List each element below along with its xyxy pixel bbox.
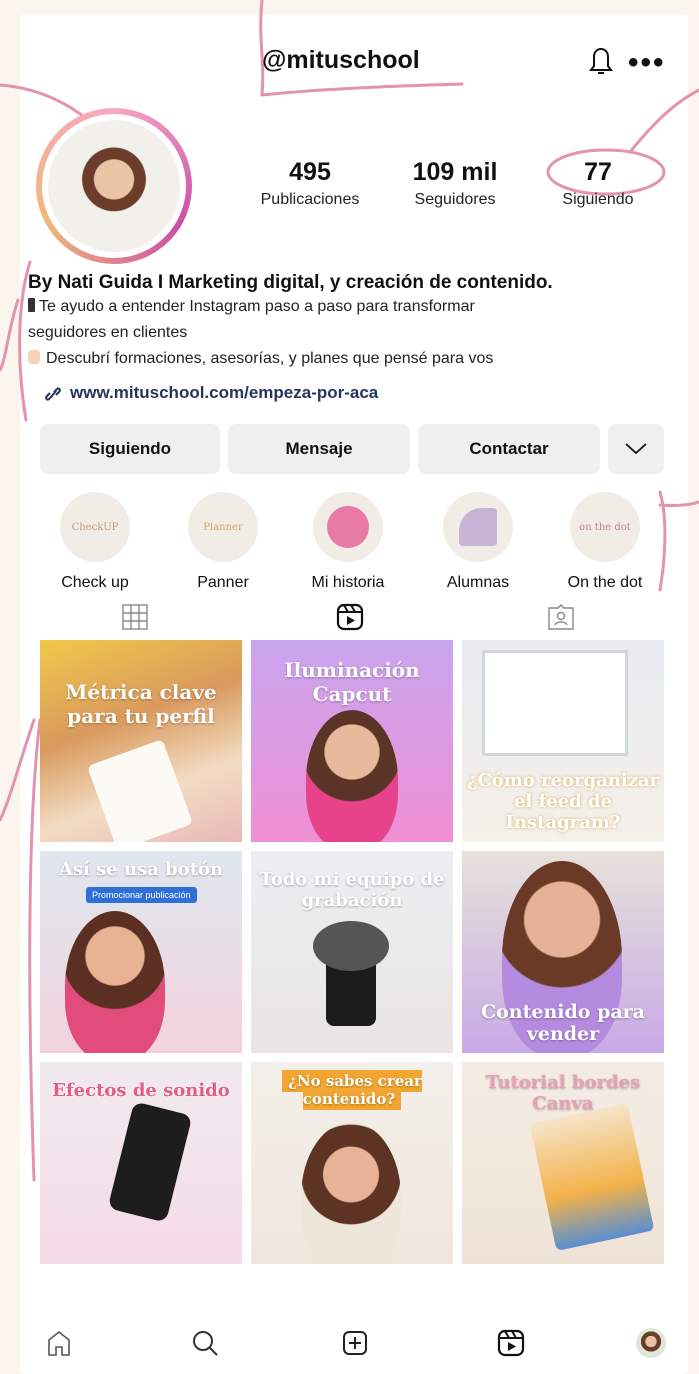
post-mic-windscreen	[313, 921, 389, 971]
post-caption: Iluminación Capcut	[284, 658, 420, 706]
tagged-icon[interactable]	[546, 602, 576, 632]
post-person	[301, 1122, 401, 1264]
post-caption: Métrica clave para tu perfil	[65, 680, 217, 728]
highlight-cover: on the dot	[570, 492, 640, 562]
reels-icon[interactable]	[335, 602, 365, 632]
home-icon[interactable]	[44, 1328, 74, 1358]
highlight-on-the-dot[interactable]: on the dot On the dot	[560, 492, 650, 592]
search-icon[interactable]	[190, 1328, 220, 1358]
bio-line-2: seguidores en clientes	[28, 324, 188, 341]
bio-line-1: Te ayudo a entender Instagram paso a pas…	[28, 298, 475, 316]
post-tile[interactable]: Métrica clave para tu perfil	[40, 640, 242, 842]
post-tile[interactable]: Así se usa botón Promocionar publicación	[40, 851, 242, 1053]
post-tile[interactable]: Todo mi equipo de grabación	[251, 851, 453, 1053]
bio-line-1-text: Te ayudo a entender Instagram paso a pas…	[39, 298, 475, 315]
following-button[interactable]: Siguiendo	[40, 424, 220, 474]
post-monitor	[482, 650, 628, 756]
highlight-alumnas[interactable]: Alumnas	[433, 492, 523, 592]
stat-followers-label: Seguidores	[414, 191, 496, 208]
profile-avatar-nav[interactable]	[636, 1328, 666, 1358]
highlight-panner[interactable]: Planner Panner	[178, 492, 268, 592]
avatar-photo	[48, 120, 180, 252]
stat-posts-value: 495	[289, 158, 331, 186]
stat-following-value: 77	[584, 158, 612, 186]
highlight-label: Mi historia	[311, 574, 385, 591]
highlight-cover	[443, 492, 513, 562]
bio-line-3-text: Descubrí formaciones, asesorías, y plane…	[46, 350, 494, 367]
post-tile[interactable]: ¿Cómo reorganizar el feed de Instagram?	[462, 640, 664, 842]
suggestions-dropdown-button[interactable]	[608, 424, 664, 474]
grid-icon[interactable]	[120, 602, 150, 632]
highlight-label: Panner	[197, 574, 249, 591]
post-caption: Así se usa botón	[58, 859, 224, 880]
post-caption: ¿No sabes crear contenido?	[251, 1070, 453, 1110]
post-tile[interactable]: Efectos de sonido	[40, 1062, 242, 1264]
stat-followers[interactable]: 109 mil Seguidores	[395, 158, 515, 209]
link-icon	[45, 387, 61, 401]
stat-following-label: Siguiendo	[562, 191, 634, 208]
post-notebook	[87, 739, 193, 842]
phone-emoji-icon	[28, 298, 35, 312]
bell-icon[interactable]	[586, 44, 616, 78]
highlight-cover	[313, 492, 383, 562]
bio-line-3: Descubrí formaciones, asesorías, y plane…	[28, 350, 493, 368]
highlight-label: On the dot	[567, 574, 643, 591]
stat-followers-value: 109 mil	[412, 158, 498, 186]
post-tile[interactable]: Iluminación Capcut	[251, 640, 453, 842]
post-tile[interactable]: ¿No sabes crear contenido?	[251, 1062, 453, 1264]
more-options-icon[interactable]: •••	[628, 48, 666, 78]
highlight-check-up[interactable]: CheckUP Check up	[50, 492, 140, 592]
highlight-cover: Planner	[188, 492, 258, 562]
post-card-illustration	[529, 1103, 655, 1251]
highlight-cover: CheckUP	[60, 492, 130, 562]
create-icon[interactable]	[340, 1328, 370, 1358]
post-person	[306, 710, 398, 842]
post-person	[65, 911, 165, 1053]
highlight-label: Alumnas	[446, 574, 510, 591]
highlight-mi-historia[interactable]: Mi historia	[303, 492, 393, 592]
stat-posts-label: Publicaciones	[260, 191, 360, 208]
message-button[interactable]: Mensaje	[228, 424, 410, 474]
reels-icon[interactable]	[496, 1328, 526, 1358]
post-phone	[107, 1101, 193, 1223]
post-tile[interactable]: Contenido para vender	[462, 851, 664, 1053]
post-caption-text: ¿No sabes crear contenido?	[282, 1070, 422, 1110]
post-caption: Todo mi equipo de grabación	[259, 869, 445, 911]
post-caption: ¿Cómo reorganizar el feed de Instagram?	[466, 770, 660, 833]
bio-name: By Nati Guida I Marketing digital, y cre…	[28, 272, 553, 293]
avatar-ring	[42, 114, 186, 258]
profile-header: @mituschool •••	[0, 0, 699, 110]
bio-link[interactable]: www.mituschool.com/empeza-por-aca	[70, 383, 378, 403]
post-caption: Efectos de sonido	[52, 1080, 230, 1101]
chevron-down-icon	[625, 443, 647, 455]
promote-badge: Promocionar publicación	[86, 887, 197, 903]
stat-following[interactable]: 77 Siguiendo	[548, 158, 648, 209]
pink-circle-shape	[327, 506, 369, 548]
stat-posts[interactable]: 495 Publicaciones	[255, 158, 365, 209]
post-caption: Contenido para vender	[481, 1001, 645, 1045]
pointing-emoji-icon	[28, 350, 40, 364]
profile-avatar[interactable]	[36, 108, 192, 264]
post-tile[interactable]: Tutorial bordes Canva	[462, 1062, 664, 1264]
post-caption: Tutorial bordes Canva	[485, 1072, 641, 1114]
bottom-navigation	[0, 1300, 699, 1370]
contact-button[interactable]: Contactar	[418, 424, 600, 474]
profile-username: @mituschool	[262, 46, 420, 74]
lilac-shape	[459, 508, 497, 546]
highlight-label: Check up	[61, 574, 129, 591]
